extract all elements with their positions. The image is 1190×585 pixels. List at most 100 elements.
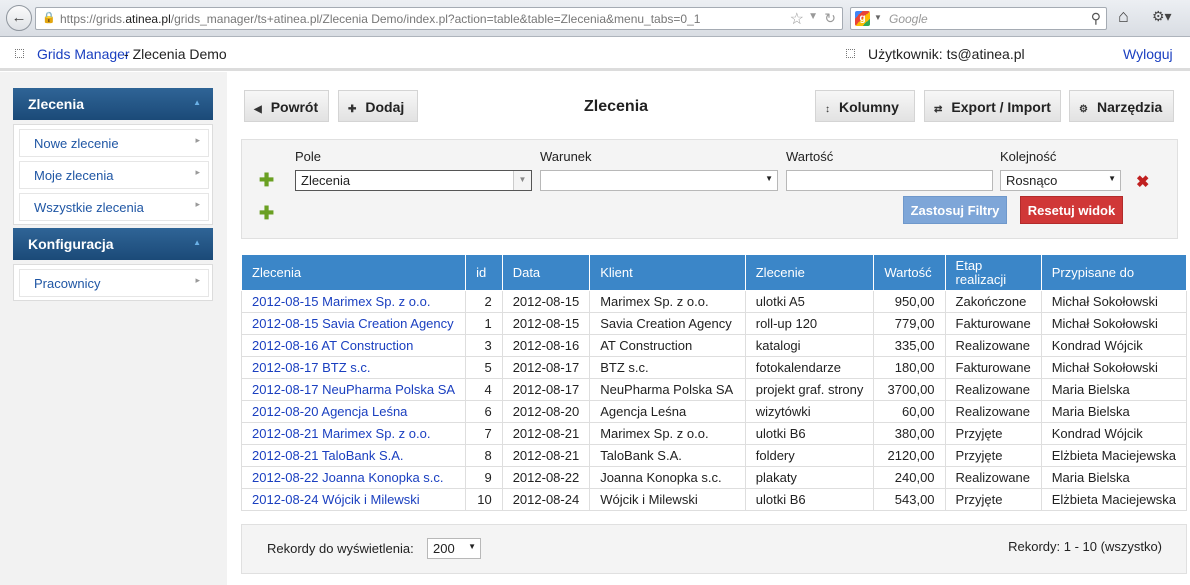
left-arrow-icon: ◀ <box>254 104 262 115</box>
table-cell: Marimex Sp. z o.o. <box>589 422 746 445</box>
table-cell: Kondrad Wójcik <box>1040 334 1188 357</box>
order-link[interactable]: 2012-08-17 NeuPharma Polska SA <box>252 382 455 397</box>
reload-icon[interactable]: ↻ <box>824 10 836 27</box>
order-link[interactable]: 2012-08-24 Wójcik i Milewski <box>252 492 420 507</box>
order-link[interactable]: 2012-08-17 BTZ s.c. <box>252 360 371 375</box>
condition-select[interactable]: ▼ <box>540 170 778 191</box>
filter-panel: Pole Warunek Wartość Kolejność ✚ ✚ Zlece… <box>241 139 1178 239</box>
dropdown-icon[interactable]: ▼ <box>808 11 818 22</box>
logout-link[interactable]: Wyloguj <box>1123 46 1173 62</box>
sidebar-item-nowe-zlecenie[interactable]: Nowe zlecenie ▸ <box>19 129 209 157</box>
order-link[interactable]: 2012-08-15 Savia Creation Agency <box>252 316 454 331</box>
add-filter-row-plus-icon[interactable]: ✚ <box>259 203 274 224</box>
columns-button[interactable]: ↕ Kolumny <box>815 90 915 122</box>
table-cell: 2012-08-21 TaloBank S.A. <box>240 444 467 467</box>
per-page-select[interactable]: 200 ▼ <box>427 538 481 559</box>
sidebar-section-konfiguracja[interactable]: Konfiguracja ▲ <box>13 228 213 260</box>
column-header[interactable]: Zlecenie <box>744 254 875 291</box>
table-cell: NeuPharma Polska SA <box>589 378 746 401</box>
chevron-down-icon: ▼ <box>468 542 476 551</box>
main-content: ◀ Powrót ✚ Dodaj Zlecenia ↕ Kolumny ⇄ Export… <box>228 72 1190 585</box>
address-bar[interactable]: 🔒 https://grids.atinea.pl/grids_manager/… <box>35 7 843 30</box>
google-icon[interactable]: g <box>855 11 870 26</box>
table-cell: 2012-08-17 NeuPharma Polska SA <box>240 378 467 401</box>
chevron-down-icon[interactable]: ▼ <box>874 13 882 22</box>
collapse-icon[interactable]: ▲ <box>193 238 201 247</box>
order-link[interactable]: 2012-08-16 AT Construction <box>252 338 413 353</box>
home-icon[interactable]: ⌂ <box>1118 6 1129 27</box>
table-cell: Przyjęte <box>944 422 1042 445</box>
order-link[interactable]: 2012-08-21 TaloBank S.A. <box>252 448 404 463</box>
browser-toolbar: ← 🔒 https://grids.atinea.pl/grids_manage… <box>0 0 1190 37</box>
user-label: Użytkownik: ts@atinea.pl <box>868 46 1025 62</box>
remove-filter-icon[interactable]: ✖ <box>1136 172 1149 192</box>
table-cell: 2012-08-17 <box>501 378 591 401</box>
table-cell: 2012-08-15 <box>501 290 591 313</box>
back-button[interactable]: ◀ Powrót <box>244 90 329 122</box>
sidebar-menu-zlecenia: Nowe zlecenie ▸ Moje zlecenia ▸ Wszystkie … <box>13 124 213 225</box>
table-cell: 2012-08-20 Agencja Leśna <box>240 400 467 423</box>
column-header[interactable]: Przypisane do <box>1040 254 1188 291</box>
url-text[interactable]: https://grids.atinea.pl/grids_manager/ts… <box>60 12 700 26</box>
table-footer: Rekordy do wyświetlenia: 200 ▼ Rekordy: 1… <box>241 524 1187 574</box>
brand-link[interactable]: Grids Manager <box>37 46 130 62</box>
table-cell: Michał Sokołowski <box>1040 356 1188 379</box>
order-link[interactable]: 2012-08-20 Agencja Leśna <box>252 404 407 419</box>
table-cell: 2012-08-16 AT Construction <box>240 334 467 357</box>
search-bar[interactable]: g ▼ Google ⚲ <box>850 7 1107 30</box>
gear-icon: ⚙ <box>1079 104 1088 115</box>
sidebar-menu-konfiguracja: Pracownicy ▸ <box>13 264 213 301</box>
add-filter-plus-icon[interactable]: ✚ <box>259 170 274 191</box>
app-icon <box>15 49 24 58</box>
star-icon[interactable]: ☆ <box>790 9 804 29</box>
order-select[interactable]: Rosnąco ▼ <box>1000 170 1121 191</box>
table-cell: 2012-08-15 Savia Creation Agency <box>240 312 467 335</box>
order-link[interactable]: 2012-08-15 Marimex Sp. z o.o. <box>252 294 430 309</box>
sidebar-item-wszystkie-zlecenia[interactable]: Wszystkie zlecenia ▸ <box>19 193 209 221</box>
table-cell: 7 <box>465 422 503 445</box>
column-header[interactable]: Etap realizacji <box>944 254 1042 291</box>
table-row: 2012-08-21 TaloBank S.A. 8 2012-08-21 TaloB… <box>240 444 1188 467</box>
table-cell: 6 <box>465 400 503 423</box>
field-select[interactable]: Zlecenia ▼ <box>295 170 532 191</box>
table-cell: 2 <box>465 290 503 313</box>
add-button[interactable]: ✚ Dodaj <box>338 90 418 122</box>
table-cell: 2012-08-16 <box>501 334 591 357</box>
chevron-right-icon: ▸ <box>195 167 200 177</box>
order-label: Kolejność <box>1000 149 1057 164</box>
sidebar-section-zlecenia[interactable]: Zlecenia ▲ <box>13 88 213 120</box>
tools-button[interactable]: ⚙ Narzędzia <box>1069 90 1174 122</box>
search-icon[interactable]: ⚲ <box>1091 10 1101 27</box>
table-row: 2012-08-21 Marimex Sp. z o.o. 7 2012-08-21… <box>240 422 1188 445</box>
column-header[interactable]: Data <box>501 254 591 291</box>
order-link[interactable]: 2012-08-22 Joanna Konopka s.c. <box>252 470 444 485</box>
table-cell: Michał Sokołowski <box>1040 312 1188 335</box>
collapse-icon[interactable]: ▲ <box>193 98 201 107</box>
column-header[interactable]: id <box>465 254 503 291</box>
table-cell: 5 <box>465 356 503 379</box>
order-link[interactable]: 2012-08-21 Marimex Sp. z o.o. <box>252 426 430 441</box>
table-cell: TaloBank S.A. <box>589 444 746 467</box>
column-header[interactable]: Wartość <box>873 254 946 291</box>
table-cell: Fakturowane <box>944 356 1042 379</box>
table-cell: 9 <box>465 466 503 489</box>
export-import-button[interactable]: ⇄ Export / Import <box>924 90 1061 122</box>
sidebar-item-pracownicy[interactable]: Pracownicy ▸ <box>19 269 209 297</box>
value-input[interactable] <box>786 170 993 191</box>
column-header[interactable]: Klient <box>589 254 746 291</box>
tools-menu-icon[interactable]: ⚙▾ <box>1152 8 1182 28</box>
back-arrow-icon[interactable]: ← <box>6 5 32 31</box>
plus-icon: ✚ <box>348 104 357 115</box>
table-cell: 2012-08-21 Marimex Sp. z o.o. <box>240 422 467 445</box>
table-cell: 2012-08-21 <box>501 444 591 467</box>
table-cell: 180,00 <box>873 356 946 379</box>
table-row: 2012-08-15 Savia Creation Agency 1 2012-08… <box>240 312 1188 335</box>
table-cell: Fakturowane <box>944 312 1042 335</box>
table-cell: 779,00 <box>873 312 946 335</box>
app-header: Grids Manager - Zlecenia Demo Użytkownik… <box>0 37 1190 71</box>
table-cell: 380,00 <box>873 422 946 445</box>
reset-view-button[interactable]: Resetuj widok <box>1020 196 1123 224</box>
apply-filters-button[interactable]: Zastosuj Filtry <box>903 196 1007 224</box>
column-header[interactable]: Zlecenia <box>240 254 467 291</box>
sidebar-item-moje-zlecenia[interactable]: Moje zlecenia ▸ <box>19 161 209 189</box>
